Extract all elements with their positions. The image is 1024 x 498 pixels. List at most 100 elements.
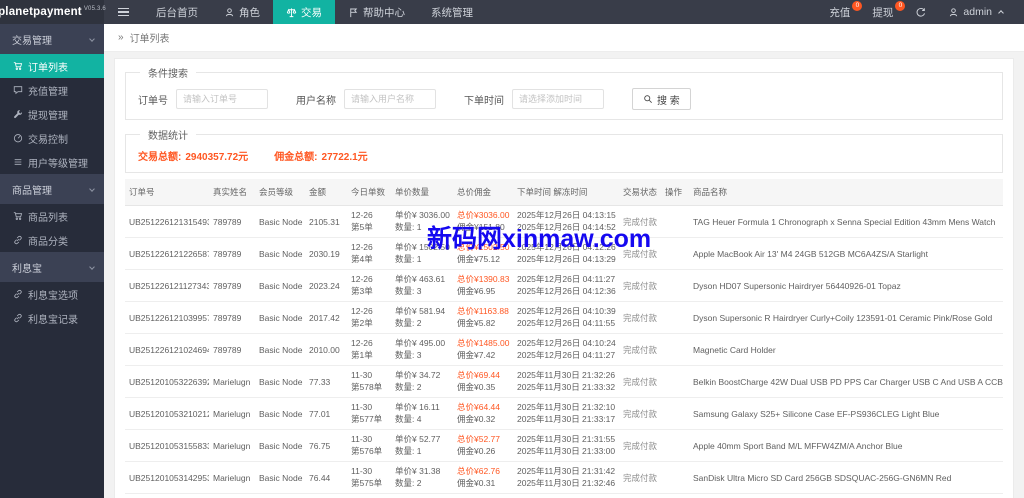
amount-cell: 77.33 (305, 365, 347, 398)
total-commission-cell: 总价¥1390.83 佣金¥6.95 (453, 269, 513, 302)
unit-price-qty-cell: 单价¥ 31.38 数量: 2 (391, 461, 453, 494)
column-header: 操作 (661, 179, 689, 206)
sidebar-item-interest-options[interactable]: 利息宝选项 (0, 282, 104, 306)
sidebar-group-products[interactable]: 商品管理 (0, 174, 104, 204)
member-level-cell: Basic Node (255, 269, 305, 302)
daily-orders-cell: 11-30 第578单 (347, 365, 391, 398)
sidebar-item-withdraw-mgmt[interactable]: 提现管理 (0, 102, 104, 126)
action-cell (661, 269, 689, 302)
product-name-cell: Cellularline Bounce Case Airpods 4 BOUNC… (689, 493, 1003, 498)
product-name-cell: Apple MacBook Air 13' M4 24GB 512GB MC6A… (689, 237, 1003, 270)
column-header: 今日单数 (347, 179, 391, 206)
time-cell: 2025年11月30日 21:31:55 2025年11月30日 21:33:00 (513, 429, 619, 462)
sidebar-group-trade[interactable]: 交易管理 (0, 24, 104, 54)
nav-system[interactable]: 系统管理 (418, 0, 486, 24)
status-cell: 完成付款 (619, 269, 661, 302)
real-name-cell: Marielugn (209, 493, 255, 498)
sidebar-item-product-category[interactable]: 商品分类 (0, 228, 104, 252)
status-badge: 完成付款 (623, 440, 658, 451)
sidebar-item-product-list[interactable]: 商品列表 (0, 204, 104, 228)
column-header: 商品名称 (689, 179, 1003, 206)
product-name-cell: SanDisk Ultra Micro SD Card 256GB SDSQUA… (689, 461, 1003, 494)
amount-cell: 2030.19 (305, 237, 347, 270)
action-cell (661, 397, 689, 430)
total-commission-cell: 总价¥64.44 佣金¥0.32 (453, 397, 513, 430)
real-name-cell: 789789 (209, 301, 255, 334)
product-name-cell: Dyson HD07 Supersonic Hairdryer 56440926… (689, 269, 1003, 302)
table-row: UB2512010532263920 Marielugn Basic Node … (125, 365, 1003, 398)
link-icon (13, 289, 23, 299)
brand-logo: planetpayment V05.3.6 (0, 0, 106, 24)
action-cell (661, 237, 689, 270)
total-commission-cell: 总价¥69.44 佣金¥0.35 (453, 365, 513, 398)
sidebar-item-interest-records[interactable]: 利息宝记录 (0, 306, 104, 330)
unit-price-qty-cell: 单价¥ 52.77 数量: 1 (391, 429, 453, 462)
member-level-cell: Basic Node (255, 333, 305, 366)
username: admin (963, 6, 992, 18)
column-header: 订单号 (125, 179, 209, 206)
main-area: » 订单列表 条件搜索 订单号 用户名称 下单时间 (104, 24, 1024, 498)
daily-orders-cell: 12-26 第5单 (347, 205, 391, 238)
sidebar-item-recharge-mgmt[interactable]: 充值管理 (0, 78, 104, 102)
real-name-cell: Marielugn (209, 397, 255, 430)
link-icon (13, 313, 23, 323)
status-cell: 完成付款 (619, 333, 661, 366)
sidebar-group-interest[interactable]: 利息宝 (0, 252, 104, 282)
status-cell: 完成付款 (619, 461, 661, 494)
search-panel: 条件搜索 订单号 用户名称 下单时间 搜 索 (125, 65, 1003, 120)
search-button[interactable]: 搜 索 (632, 88, 691, 110)
recharge-button[interactable]: 充值 0 (818, 0, 863, 24)
table-row: UB2512261210246945 789789 Basic Node 201… (125, 333, 1003, 366)
table-header-row: 订单号 真实姓名 会员等级 金额 今日单数 单价数量 总价佣金 下单时间 解冻时间 交易状态 操作… (125, 179, 1003, 206)
column-header: 总价佣金 (453, 179, 513, 206)
nav-trade[interactable]: 交易 (273, 0, 335, 24)
status-badge: 完成付款 (623, 344, 658, 355)
nav-roles[interactable]: 角色 (211, 0, 273, 24)
time-cell: 2025年12月26日 04:13:15 2025年12月26日 04:14:52 (513, 205, 619, 238)
order-no-input[interactable] (176, 89, 268, 109)
member-level-cell: Basic Node (255, 461, 305, 494)
menu-toggle-icon[interactable] (104, 0, 143, 24)
link-icon (13, 235, 23, 245)
nav-help-center[interactable]: 帮助中心 (335, 0, 418, 24)
daily-orders-cell: 11-30 第575单 (347, 461, 391, 494)
top-bar: planetpayment V05.3.6 后台首页 角色 交易 帮助中心 系统管… (0, 0, 1024, 24)
sidebar-item-order-list[interactable]: 订单列表 (0, 54, 104, 78)
status-badge: 完成付款 (623, 376, 658, 387)
sidebar-item-trade-control[interactable]: 交易控制 (0, 126, 104, 150)
sidebar: 交易管理 订单列表 充值管理 提现管理 交易控制 用户等级管理 商品管理 商品列… (0, 24, 104, 498)
table-row: UB2512261212265871 789789 Basic Node 203… (125, 237, 1003, 270)
username-input[interactable] (344, 89, 436, 109)
total-commission-cell: 总价¥62.76 佣金¥0.31 (453, 461, 513, 494)
column-header: 交易状态 (619, 179, 661, 206)
status-cell: 完成付款 (619, 397, 661, 430)
action-cell (661, 461, 689, 494)
withdraw-button[interactable]: 提现 0 (861, 0, 906, 24)
user-icon (948, 7, 959, 18)
sidebar-item-user-level-mgmt[interactable]: 用户等级管理 (0, 150, 104, 174)
content-card: 条件搜索 订单号 用户名称 下单时间 搜 索 (114, 58, 1014, 498)
order-time-input[interactable] (512, 89, 604, 109)
nav-home[interactable]: 后台首页 (143, 0, 211, 24)
product-name-cell: Belkin BoostCharge 42W Dual USB PD PPS C… (689, 365, 1003, 398)
total-commission-cell: 总价¥40.83佣金¥0.20 (453, 493, 513, 498)
member-level-cell: Basic Node (255, 429, 305, 462)
unit-price-qty-cell: 单价¥ 16.11 数量: 4 (391, 397, 453, 430)
order-no-cell: UB2512010531558334 (125, 429, 209, 462)
member-level-cell: Basic Node (255, 493, 305, 498)
unit-price-qty-cell: 单价¥ 495.00 数量: 3 (391, 333, 453, 366)
member-level-cell: Basic Node (255, 397, 305, 430)
topbar-right: 充值 0 提现 0 admin (818, 0, 1024, 24)
table-row: UB2512261211273439 789789 Basic Node 202… (125, 269, 1003, 302)
table-row: UB2512010531429535 Marielugn Basic Node … (125, 461, 1003, 494)
daily-orders-cell: 11-30 第576单 (347, 429, 391, 462)
status-badge: 完成付款 (623, 408, 658, 419)
refresh-button[interactable] (904, 0, 937, 24)
list-icon (13, 157, 23, 167)
user-menu[interactable]: admin (937, 0, 1014, 24)
real-name-cell: 789789 (209, 237, 255, 270)
order-no-cell: UB2512261212265871 (125, 237, 209, 270)
amount-cell: 2010.00 (305, 333, 347, 366)
chevron-down-icon (89, 36, 95, 42)
amount-cell: 76.75 (305, 429, 347, 462)
